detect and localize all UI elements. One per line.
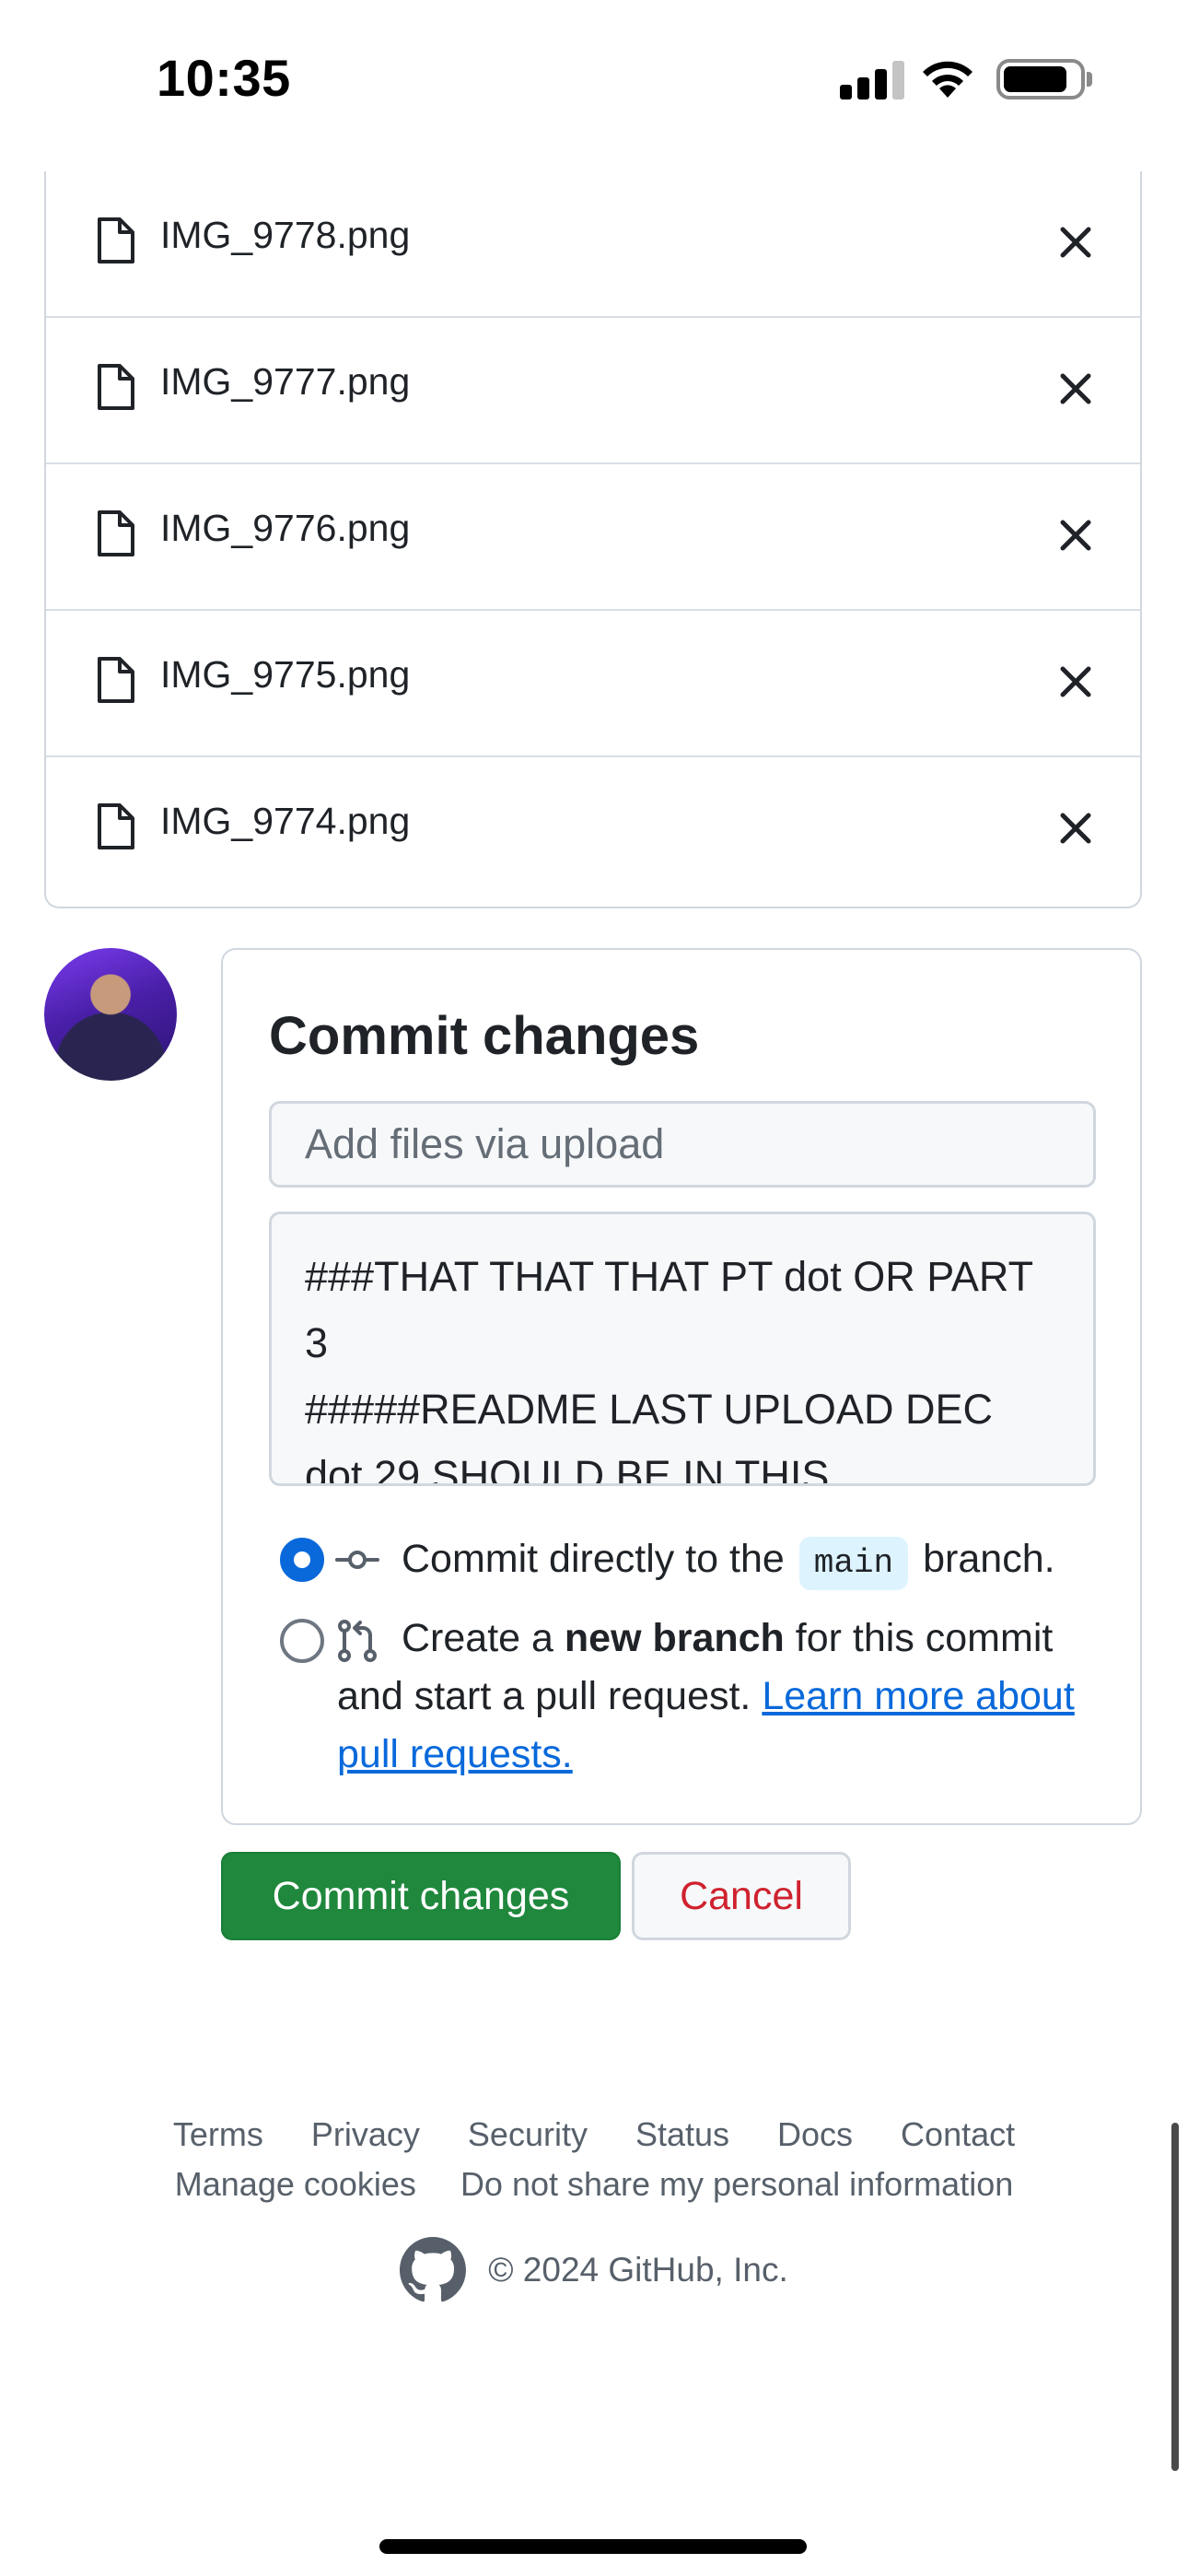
new-branch-bold: new branch [564,1616,785,1660]
remove-file-close-icon[interactable] [1055,662,1096,702]
file-icon [98,510,134,556]
commit-changes-button[interactable]: Commit changes [221,1852,621,1940]
copyright-text: © 2024 GitHub, Inc. [488,2251,788,2289]
wifi-icon [923,61,973,98]
commit-title: Commit changes [269,1006,700,1066]
battery-icon [996,59,1085,100]
commit-summary-input[interactable] [269,1101,1096,1188]
git-commit-icon [335,1551,379,1569]
footer-link-contact[interactable]: Contact [901,2115,1015,2153]
scrollbar[interactable] [1171,2123,1179,2471]
commit-description-textarea[interactable]: ###THAT THAT THAT PT dot OR PART 3 #####… [269,1212,1096,1486]
battery-nub [1087,72,1092,87]
footer-link-security[interactable]: Security [468,2115,588,2153]
footer-link-manage-cookies[interactable]: Manage cookies [175,2165,416,2203]
footer-link-terms[interactable]: Terms [173,2115,263,2153]
footer-links: Terms Privacy Security Status Docs Contact [0,2115,1188,2154]
footer-link-docs[interactable]: Docs [777,2115,853,2153]
file-row: IMG_9776.png [46,464,1140,611]
status-time: 10:35 [157,49,291,107]
footer-link-privacy[interactable]: Privacy [311,2115,420,2153]
remove-file-close-icon[interactable] [1055,369,1096,409]
branch-name-badge: main [798,1537,909,1590]
footer-copyright: © 2024 GitHub, Inc. [0,2237,1188,2303]
footer-link-do-not-share[interactable]: Do not share my personal information [460,2165,1013,2203]
commit-direct-label[interactable]: Commit directly to the main branch. [402,1530,1055,1590]
commit-direct-suffix: branch. [923,1537,1055,1581]
footer-links-secondary: Manage cookies Do not share my personal i… [0,2165,1188,2204]
file-row: IMG_9775.png [46,611,1140,757]
file-name: IMG_9774.png [160,800,411,842]
avatar [44,948,177,1081]
remove-file-close-icon[interactable] [1055,808,1096,849]
file-name: IMG_9776.png [160,507,411,549]
github-logo-icon[interactable] [400,2237,467,2303]
commit-panel: Commit changes ###THAT THAT THAT PT dot … [221,948,1142,1825]
file-icon [98,364,134,410]
new-branch-prefix: Create a [402,1616,553,1660]
file-name: IMG_9778.png [160,214,411,256]
commit-direct-prefix: Commit directly to the [402,1537,785,1581]
new-branch-radio[interactable] [280,1619,324,1663]
commit-direct-radio[interactable] [280,1538,324,1582]
status-bar: 10:35 [0,0,1188,166]
file-name: IMG_9777.png [160,360,411,403]
file-row: IMG_9778.png [46,171,1140,318]
remove-file-close-icon[interactable] [1055,222,1096,263]
new-branch-label[interactable]: Create a new branch for this commit and … [337,1610,1129,1784]
file-row: IMG_9774.png [46,757,1140,907]
home-indicator[interactable] [379,2539,807,2554]
remove-file-close-icon[interactable] [1055,515,1096,556]
file-icon [98,657,134,703]
file-row: IMG_9777.png [46,318,1140,464]
file-icon [98,803,134,849]
cellular-signal-icon [840,61,904,100]
file-icon [98,217,134,263]
footer-link-status[interactable]: Status [635,2115,729,2153]
cancel-button[interactable]: Cancel [632,1852,851,1940]
file-name: IMG_9775.png [160,653,411,696]
uploaded-file-list: IMG_9778.png IMG_9777.png IMG_9776.png IMG_… [44,171,1142,908]
